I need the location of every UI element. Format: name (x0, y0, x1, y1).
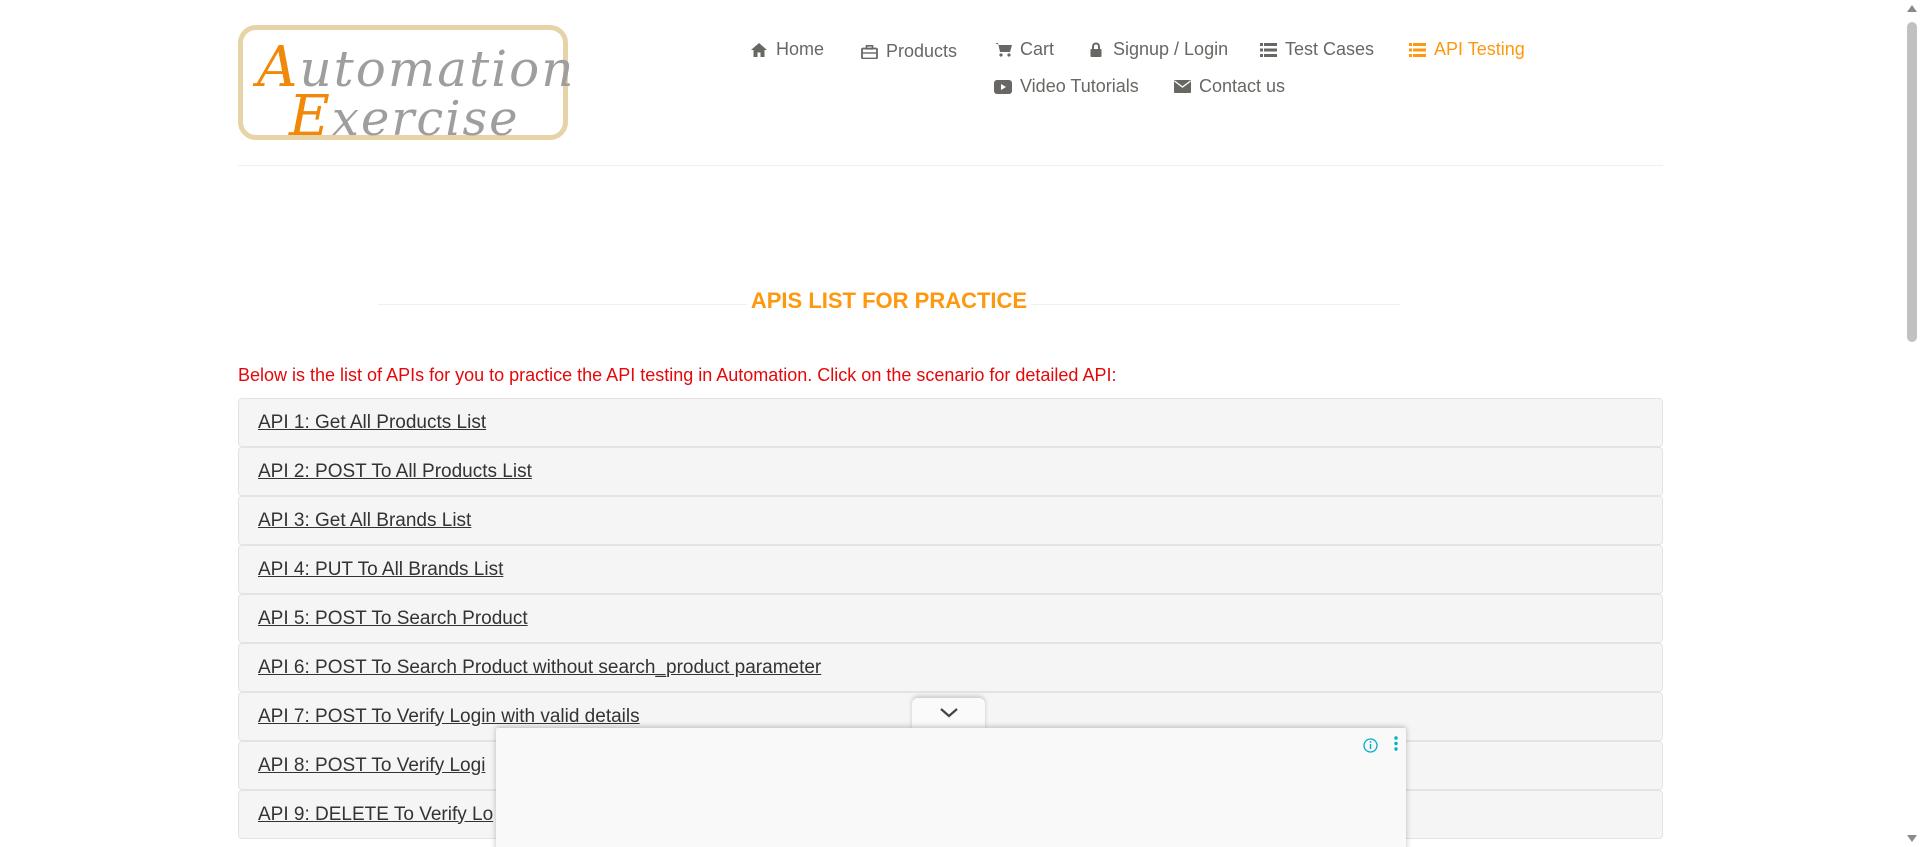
home-icon (750, 41, 768, 59)
nav-api-testing[interactable]: API Testing (1408, 39, 1525, 60)
api-link[interactable]: API 9: DELETE To Verify Lo (258, 804, 493, 826)
list-icon (1259, 41, 1277, 59)
api-link[interactable]: API 1: Get All Products List (258, 412, 486, 434)
scroll-down-arrow-icon[interactable] (1907, 835, 1917, 842)
nav-video-tutorials[interactable]: Video Tutorials (994, 76, 1139, 97)
header-divider (238, 165, 1663, 166)
api-link[interactable]: API 7: POST To Verify Login with valid d… (258, 706, 640, 728)
api-link[interactable]: API 2: POST To All Products List (258, 461, 532, 483)
nav-products[interactable]: Products (860, 41, 957, 62)
nav-home[interactable]: Home (750, 39, 824, 60)
api-link[interactable]: API 6: POST To Search Product without se… (258, 657, 821, 679)
nav-test-cases[interactable]: Test Cases (1259, 39, 1374, 60)
intro-text: Below is the list of APIs for you to pra… (238, 365, 1117, 385)
api-link[interactable]: API 3: Get All Brands List (258, 510, 471, 532)
shopping-cart-icon (994, 41, 1012, 59)
nav-contact-us[interactable]: Contact us (1173, 76, 1285, 97)
api-link[interactable]: API 4: PUT To All Brands List (258, 559, 503, 581)
api-item: API 4: PUT To All Brands List (238, 545, 1663, 594)
info-icon[interactable] (1363, 738, 1378, 756)
api-item: API 5: POST To Search Product (238, 594, 1663, 643)
api-item: API 2: POST To All Products List (238, 447, 1663, 496)
page-scrollbar[interactable] (1903, 0, 1920, 847)
page-title: APIS LIST FOR PRACTICE (238, 288, 1540, 314)
lock-icon (1087, 41, 1105, 59)
site-logo[interactable]: Automation Exercise (238, 25, 573, 149)
youtube-play-icon (994, 78, 1012, 96)
scroll-up-arrow-icon[interactable] (1907, 5, 1917, 12)
list-icon (1408, 41, 1426, 59)
briefcase-icon (860, 43, 878, 61)
scroll-thumb[interactable] (1907, 22, 1917, 342)
api-link[interactable]: API 5: POST To Search Product (258, 608, 528, 630)
more-vertical-icon[interactable] (1394, 736, 1398, 755)
nav-cart[interactable]: Cart (994, 39, 1054, 60)
envelope-icon (1173, 78, 1191, 96)
chevron-down-icon (939, 705, 958, 723)
ad-collapse-button[interactable] (912, 698, 985, 730)
api-link[interactable]: API 8: POST To Verify Logi (258, 755, 485, 777)
nav-signup-login[interactable]: Signup / Login (1087, 39, 1228, 60)
api-item: API 6: POST To Search Product without se… (238, 643, 1663, 692)
ad-banner[interactable] (496, 728, 1406, 847)
api-item: API 1: Get All Products List (238, 398, 1663, 447)
api-item: API 3: Get All Brands List (238, 496, 1663, 545)
